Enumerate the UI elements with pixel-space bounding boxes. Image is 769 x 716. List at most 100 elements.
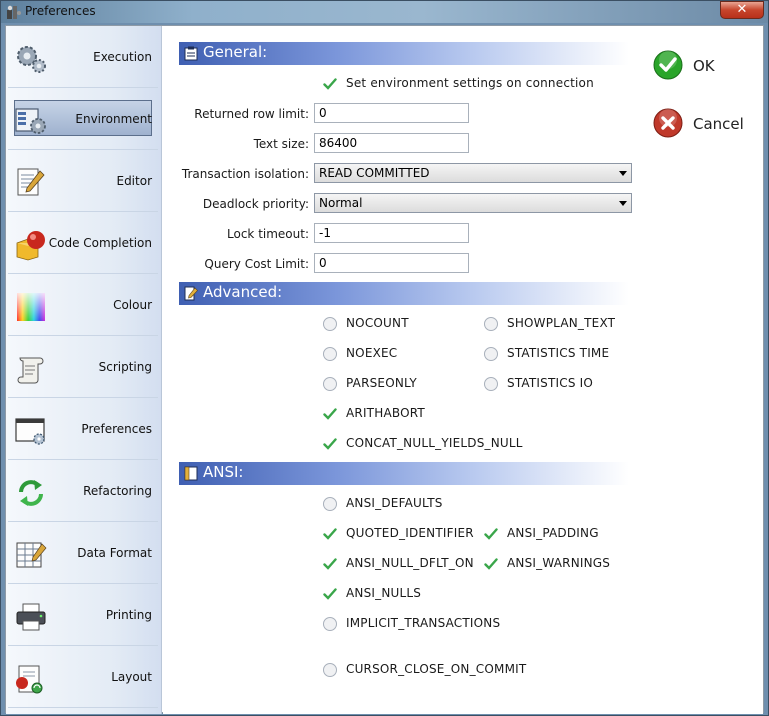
option-label: ANSI_NULLS <box>346 586 422 600</box>
radio-icon <box>323 317 337 331</box>
sidebar-item-data-format[interactable]: Data Format <box>8 522 158 584</box>
section-header-ansi: ANSI: <box>179 462 629 485</box>
option-label: ANSI_DEFAULTS <box>346 496 443 510</box>
checkmark-icon <box>323 557 337 571</box>
sidebar-item-label: Scripting <box>98 360 152 374</box>
option-label: CURSOR_CLOSE_ON_COMMIT <box>346 662 527 676</box>
editor-icon <box>17 168 45 196</box>
checkmark-icon <box>323 527 337 541</box>
code-completion-icon <box>16 231 45 261</box>
option-ansi-padding[interactable]: ANSI_PADDING <box>484 526 634 544</box>
layout-icon <box>16 665 43 694</box>
option-nocount[interactable]: NOCOUNT <box>323 316 473 334</box>
option-parseonly[interactable]: PARSEONLY <box>323 376 473 394</box>
deadlock-label: Deadlock priority: <box>202 197 309 211</box>
option-ansi-warnings[interactable]: ANSI_WARNINGS <box>484 556 634 574</box>
checkmark-icon <box>484 557 498 571</box>
option-label: QUOTED_IDENTIFIER <box>346 526 474 540</box>
deadlock-select[interactable]: Normal <box>314 193 632 213</box>
sidebar-item-label: Printing <box>105 608 152 622</box>
lock-timeout-input[interactable] <box>314 223 469 243</box>
client-area: Execution Environment Editor Code Comple… <box>5 25 764 714</box>
sidebar-item-layout[interactable]: Layout <box>8 646 158 708</box>
book-icon <box>184 466 198 481</box>
option-arithabort[interactable]: ARITHABORT <box>323 406 473 424</box>
sidebar-item-label: Layout <box>111 670 152 684</box>
option-showplan-text[interactable]: SHOWPLAN_TEXT <box>484 316 634 334</box>
colour-icon <box>17 293 45 321</box>
radio-icon <box>484 347 498 361</box>
sidebar-item-printing[interactable]: Printing <box>8 584 158 646</box>
option-label: STATISTICS IO <box>507 376 594 390</box>
deadlock-value: Normal <box>319 196 363 210</box>
radio-icon <box>323 377 337 391</box>
sidebar: Execution Environment Editor Code Comple… <box>6 26 162 714</box>
set-env-checkbox[interactable]: Set environment settings on connection <box>323 76 623 94</box>
environment-icon <box>15 108 46 134</box>
checkmark-icon <box>323 77 337 91</box>
section-header-advanced: Advanced: <box>179 282 629 305</box>
sidebar-item-refactoring[interactable]: Refactoring <box>8 460 158 522</box>
checkmark-icon <box>323 587 337 601</box>
text-size-label: Text size: <box>253 137 309 151</box>
gears-icon <box>17 46 46 73</box>
sidebar-item-scripting[interactable]: Scripting <box>8 336 158 398</box>
sidebar-item-colour[interactable]: Colour <box>8 274 158 336</box>
sidebar-item-label: Colour <box>113 298 152 312</box>
option-noexec[interactable]: NOEXEC <box>323 346 473 364</box>
pencil-note-icon <box>184 286 198 301</box>
option-ansi-null-dflt-on[interactable]: ANSI_NULL_DFLT_ON <box>323 556 478 574</box>
option-ansi-defaults[interactable]: ANSI_DEFAULTS <box>323 496 473 514</box>
radio-icon <box>323 617 337 631</box>
isolation-label: Transaction isolation: <box>181 167 309 181</box>
printer-icon <box>16 603 46 631</box>
isolation-select[interactable]: READ COMMITTED <box>314 163 632 183</box>
dropdown-arrow-icon <box>619 171 627 176</box>
cancel-button[interactable]: Cancel <box>653 108 753 142</box>
text-size-input[interactable] <box>314 133 469 153</box>
option-label: STATISTICS TIME <box>507 346 610 360</box>
app-icon <box>7 5 21 19</box>
row-limit-label: Returned row limit: <box>194 107 309 121</box>
sidebar-item-preferences[interactable]: Preferences <box>8 398 158 460</box>
data-grid-icon <box>16 542 47 568</box>
cancel-x-icon <box>653 108 683 138</box>
option-ansi-nulls[interactable]: ANSI_NULLS <box>323 586 473 604</box>
option-label: CONCAT_NULL_YIELDS_NULL <box>346 436 523 450</box>
query-cost-input[interactable] <box>314 253 469 273</box>
checkmark-icon <box>323 407 337 421</box>
refresh-arrows-icon <box>19 480 43 506</box>
sidebar-item-execution[interactable]: Execution <box>8 26 158 88</box>
checkmark-icon <box>323 437 337 451</box>
sidebar-item-label: Editor <box>116 174 152 188</box>
close-button[interactable]: ✕ <box>720 1 764 19</box>
radio-icon <box>323 497 337 511</box>
option-label: SHOWPLAN_TEXT <box>507 316 616 330</box>
section-title: Advanced: <box>203 283 283 301</box>
option-concat-null-yields-null[interactable]: CONCAT_NULL_YIELDS_NULL <box>323 436 573 454</box>
checkmark-icon <box>484 527 498 541</box>
clipboard-icon <box>184 46 198 61</box>
option-label: ANSI_WARNINGS <box>507 556 611 570</box>
window-title: Preferences <box>25 4 96 18</box>
radio-icon <box>484 377 498 391</box>
title-bar[interactable]: Preferences ✕ <box>1 1 768 23</box>
sidebar-item-label: Preferences <box>81 422 152 436</box>
row-limit-input[interactable] <box>314 103 469 123</box>
ok-button[interactable]: OK <box>653 50 753 84</box>
option-implicit-transactions[interactable]: IMPLICIT_TRANSACTIONS <box>323 616 523 634</box>
option-statistics-io[interactable]: STATISTICS IO <box>484 376 634 394</box>
option-quoted-identifier[interactable]: QUOTED_IDENTIFIER <box>323 526 478 544</box>
sidebar-item-editor[interactable]: Editor <box>8 150 158 212</box>
sidebar-item-label: Data Format <box>77 546 152 560</box>
option-label: ANSI_PADDING <box>507 526 599 540</box>
option-cursor-close-on-commit[interactable]: CURSOR_CLOSE_ON_COMMIT <box>323 662 543 680</box>
sidebar-item-environment[interactable]: Environment <box>8 88 158 150</box>
ok-label: OK <box>693 57 715 75</box>
option-statistics-time[interactable]: STATISTICS TIME <box>484 346 634 364</box>
sidebar-item-code-completion[interactable]: Code Completion <box>8 212 158 274</box>
radio-icon <box>484 317 498 331</box>
section-header-general: General: <box>179 42 629 65</box>
ok-check-icon <box>653 50 683 80</box>
option-label: PARSEONLY <box>346 376 417 390</box>
